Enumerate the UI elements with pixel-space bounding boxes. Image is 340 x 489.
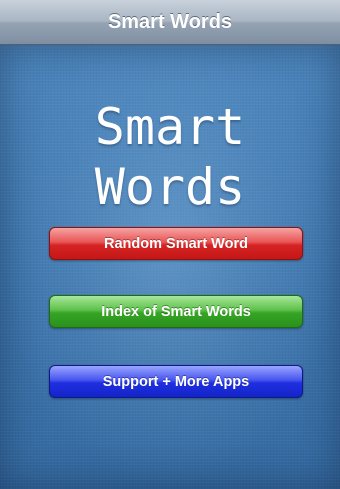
app-title-line-2: Words	[94, 158, 246, 216]
support-more-apps-label: Support + More Apps	[102, 373, 250, 390]
index-of-smart-words-label: Index of Smart Words	[101, 303, 251, 320]
index-of-smart-words-button[interactable]: Index of Smart Words	[49, 295, 303, 328]
navigation-bar: Smart Words	[0, 0, 340, 45]
random-smart-word-button[interactable]: Random Smart Word	[49, 227, 303, 260]
random-smart-word-label: Random Smart Word	[104, 235, 248, 252]
support-more-apps-button[interactable]: Support + More Apps	[49, 365, 303, 398]
nav-title: Smart Words	[107, 10, 233, 33]
app-title-line-1: Smart	[94, 98, 246, 156]
main-screen: Smart Words Random Smart Word Index of S…	[0, 45, 340, 489]
